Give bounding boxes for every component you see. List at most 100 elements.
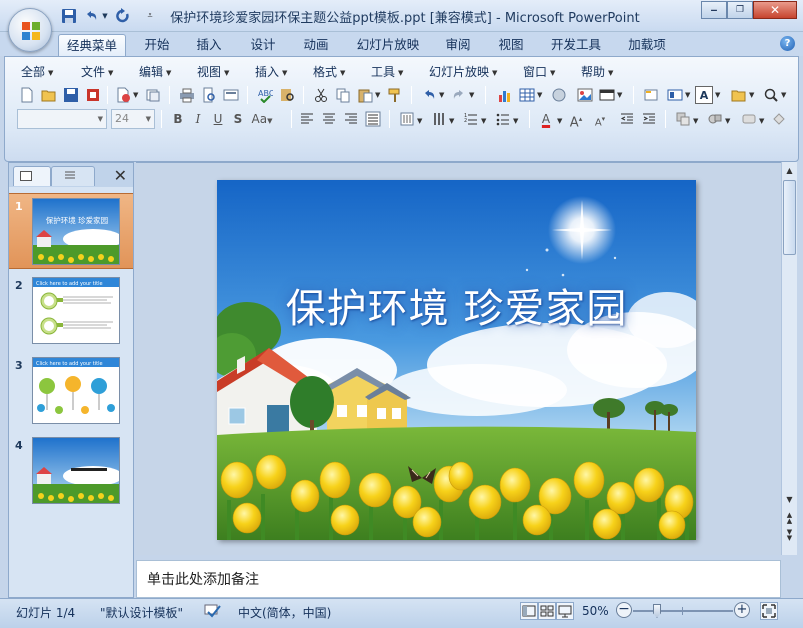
slideshow-view-icon[interactable] bbox=[556, 602, 574, 620]
research-icon[interactable] bbox=[277, 85, 297, 105]
minimize-button[interactable]: ‒ bbox=[701, 1, 727, 19]
close-button[interactable]: ✕ bbox=[753, 1, 797, 19]
normal-view-icon[interactable] bbox=[520, 602, 538, 620]
print-icon[interactable] bbox=[177, 85, 197, 105]
scroll-down-icon[interactable]: ▼ bbox=[782, 492, 797, 507]
zoom-in-icon[interactable]: + bbox=[734, 602, 750, 618]
language-status[interactable]: 中文(简体，中国) bbox=[238, 604, 331, 621]
undo-dropdown-icon[interactable]: ▼ bbox=[100, 7, 110, 25]
decrease-indent-icon[interactable] bbox=[617, 109, 637, 129]
columns-icon[interactable] bbox=[429, 109, 449, 129]
clip-art-icon[interactable] bbox=[549, 85, 569, 105]
menu-file[interactable]: 文件 ▼ bbox=[81, 63, 113, 80]
undo-toolbar-icon[interactable] bbox=[419, 85, 439, 105]
next-slide-icon[interactable]: ▼ ▼ bbox=[782, 527, 797, 542]
save-icon[interactable] bbox=[60, 7, 78, 25]
shape-fill-icon[interactable] bbox=[769, 109, 789, 129]
change-case-button[interactable]: Aa▼ bbox=[249, 110, 275, 128]
publish-icon[interactable] bbox=[143, 85, 163, 105]
menu-help[interactable]: 帮助 ▼ bbox=[581, 63, 613, 80]
shadow-button[interactable]: S bbox=[229, 110, 247, 128]
layout-icon[interactable] bbox=[665, 85, 685, 105]
menu-slideshow[interactable]: 幻灯片放映 ▼ bbox=[429, 63, 497, 80]
fit-to-window-icon[interactable] bbox=[760, 602, 778, 620]
menu-format[interactable]: 格式 ▼ bbox=[313, 63, 345, 80]
menu-edit[interactable]: 编辑 ▼ bbox=[139, 63, 171, 80]
email-icon[interactable] bbox=[113, 85, 133, 105]
underline-button[interactable]: U bbox=[209, 110, 227, 128]
slide-thumbnail-3[interactable]: 3 Click here to add your title bbox=[9, 353, 133, 429]
help-icon[interactable]: ? bbox=[780, 36, 795, 51]
undo-icon[interactable] bbox=[82, 7, 100, 25]
slide-thumbnail-2[interactable]: 2 Click here to add your title bbox=[9, 273, 133, 349]
slide-title[interactable]: 保护环境 珍爱家园 bbox=[217, 276, 696, 334]
zoom-slider-track[interactable] bbox=[633, 610, 733, 612]
theme-status[interactable]: "默认设计模板" bbox=[100, 604, 183, 621]
save-icon[interactable] bbox=[61, 85, 81, 105]
office-button[interactable] bbox=[8, 8, 52, 52]
copy-icon[interactable] bbox=[333, 85, 353, 105]
slide-sorter-icon[interactable] bbox=[538, 602, 556, 620]
zoom-level[interactable]: 50% bbox=[582, 604, 609, 618]
tab-developer[interactable]: 开发工具 bbox=[544, 34, 608, 56]
open-folder-icon[interactable] bbox=[39, 85, 59, 105]
paste-icon[interactable] bbox=[355, 85, 375, 105]
folder-icon[interactable] bbox=[729, 85, 749, 105]
current-slide[interactable]: 保护环境 珍爱家园 bbox=[217, 180, 696, 540]
menu-view[interactable]: 视图 ▼ bbox=[197, 63, 229, 80]
arrange-icon[interactable] bbox=[673, 109, 693, 129]
format-painter-icon[interactable] bbox=[385, 85, 405, 105]
find-icon[interactable] bbox=[761, 85, 781, 105]
tab-view[interactable]: 视图 bbox=[490, 34, 532, 56]
insert-picture-icon[interactable] bbox=[575, 85, 595, 105]
redo-icon[interactable] bbox=[114, 7, 132, 25]
slide-thumbnail-4[interactable]: 4 bbox=[9, 433, 133, 509]
new-document-icon[interactable] bbox=[17, 85, 37, 105]
tab-classic-menu[interactable]: 经典菜单 bbox=[58, 34, 126, 56]
new-slide-icon[interactable] bbox=[641, 85, 661, 105]
redo-toolbar-icon[interactable] bbox=[449, 85, 469, 105]
tab-addins[interactable]: 加载项 bbox=[620, 34, 674, 56]
menu-tools[interactable]: 工具 ▼ bbox=[371, 63, 403, 80]
menu-window[interactable]: 窗口 ▼ bbox=[523, 63, 555, 80]
bullets-icon[interactable] bbox=[493, 109, 513, 129]
zoom-slider-thumb[interactable] bbox=[653, 604, 661, 618]
font-size-combo[interactable]: 24 ▼ bbox=[111, 109, 155, 129]
font-name-combo[interactable]: ▼ bbox=[17, 109, 107, 129]
tab-outline[interactable] bbox=[51, 166, 95, 186]
quick-styles-icon[interactable] bbox=[739, 109, 759, 129]
shrink-font-button[interactable]: A▾ bbox=[591, 110, 609, 128]
tab-review[interactable]: 审阅 bbox=[437, 34, 479, 56]
align-left-icon[interactable] bbox=[297, 109, 317, 129]
numbering-icon[interactable]: 12 bbox=[461, 109, 481, 129]
text-direction-icon[interactable] bbox=[397, 109, 417, 129]
align-center-icon[interactable] bbox=[319, 109, 339, 129]
bold-button[interactable]: B bbox=[169, 110, 187, 128]
tab-slides[interactable] bbox=[13, 166, 51, 186]
tab-home[interactable]: 开始 bbox=[136, 34, 178, 56]
menu-all[interactable]: 全部 ▼ bbox=[21, 63, 53, 80]
align-right-icon[interactable] bbox=[341, 109, 361, 129]
zoom-out-icon[interactable]: − bbox=[616, 602, 632, 618]
permission-icon[interactable] bbox=[83, 85, 103, 105]
spelling-icon[interactable]: ABC bbox=[255, 85, 275, 105]
vertical-scrollbar[interactable]: ▲ ▼ ▲ ▲ ▼ ▼ bbox=[781, 162, 797, 555]
grow-font-button[interactable]: A▴ bbox=[567, 110, 585, 130]
italic-button[interactable]: I bbox=[189, 110, 207, 128]
close-panel-icon[interactable]: ✕ bbox=[114, 166, 127, 185]
font-color-button[interactable]: A bbox=[537, 110, 555, 128]
tab-insert[interactable]: 插入 bbox=[188, 34, 230, 56]
notes-pane[interactable]: 单击此处添加备注 bbox=[136, 560, 781, 598]
insert-chart-icon[interactable] bbox=[495, 85, 515, 105]
restore-button[interactable]: ❐ bbox=[727, 1, 753, 19]
scroll-thumb[interactable] bbox=[783, 180, 796, 255]
shapes-icon[interactable] bbox=[705, 109, 725, 129]
tab-slideshow[interactable]: 幻灯片放映 bbox=[350, 34, 426, 56]
slide-view-icon[interactable] bbox=[221, 85, 241, 105]
spellcheck-icon[interactable] bbox=[204, 604, 222, 621]
previous-slide-icon[interactable]: ▲ ▲ bbox=[782, 510, 797, 525]
justify-icon[interactable] bbox=[363, 109, 383, 129]
cut-icon[interactable] bbox=[311, 85, 331, 105]
print-preview-icon[interactable] bbox=[199, 85, 219, 105]
slide-thumbnail-1[interactable]: 1 保护环境 珍爱家园 bbox=[9, 193, 133, 269]
